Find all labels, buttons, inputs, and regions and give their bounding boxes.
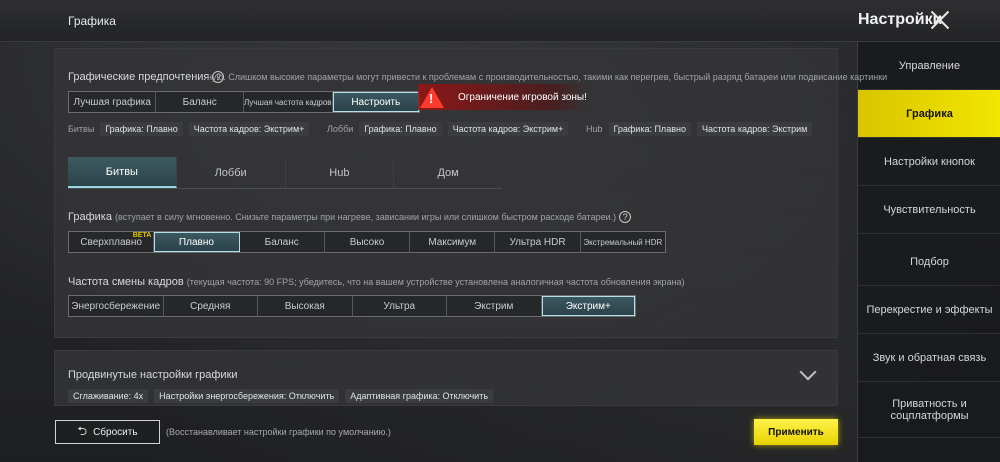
preferences-label: Графические предпочтения ? [68, 71, 225, 84]
top-bar: Графика Настройки [0, 0, 1000, 42]
sidebar-item-privacy[interactable]: Приватность и соцплатформы [858, 382, 1000, 438]
fps-extreme-plus[interactable]: Экстрим+ [541, 296, 635, 316]
sidebar-item-sensitivity[interactable]: Чувствительность [858, 186, 1000, 234]
reset-hint: (Восстанавливает настройки графики по ум… [166, 427, 391, 437]
graphics-label: Графика (вступает в силу мгновенно. Снизь… [68, 211, 632, 224]
quality-balance[interactable]: Баланс [239, 232, 325, 252]
sidebar-item-matchmaking[interactable]: Подбор [858, 238, 1000, 286]
undo-icon: ⮌ [77, 423, 88, 438]
tab-hub[interactable]: Hub [286, 157, 395, 188]
apply-button[interactable]: Применить [754, 419, 838, 445]
mode-info-hub: Hub Графика: Плавно Частота кадров: Экст… [586, 122, 813, 136]
fps-ultra[interactable]: Ультра [352, 296, 447, 316]
preferences-selector: Лучшая графика Баланс Лучшая частота кад… [68, 91, 420, 113]
fps-power-saving[interactable]: Энергосбережение [69, 296, 164, 316]
chip-adaptive-graphics: Адаптивная графика: Отключить [345, 389, 494, 403]
pref-best-fps[interactable]: Лучшая частота кадров [243, 92, 333, 112]
quality-extreme-hdr[interactable]: Экстремальный HDR [580, 232, 665, 252]
pref-best-graphics[interactable]: Лучшая графика [69, 92, 157, 112]
chip-antialiasing: Сглаживание: 4x [68, 389, 149, 403]
beta-badge: BETA [132, 232, 152, 239]
tab-lobby[interactable]: Лобби [177, 157, 286, 188]
mode-tabs: Битвы Лобби Hub Дом [68, 157, 502, 189]
sidebar: Управление Графика Настройки кнопок Чувс… [857, 42, 1000, 462]
warning-icon: ! [420, 86, 444, 108]
fps-high[interactable]: Высокая [258, 296, 353, 316]
section-title: Графика [68, 14, 116, 28]
mode-info-battles: Битвы Графика: Плавно Частота кадров: Эк… [68, 122, 310, 136]
zone-warning: ! Ограничение игровой зоны! [418, 84, 588, 110]
graphics-quality-selector: Сверхплавно BETA Плавно Баланс Высоко Ма… [68, 231, 666, 253]
fps-extreme[interactable]: Экстрим [447, 296, 542, 316]
advanced-title: Продвинутые настройки графики [68, 369, 238, 381]
sidebar-item-controls[interactable]: Управление [858, 42, 1000, 90]
quality-ultra-hdr[interactable]: Ультра HDR [495, 232, 581, 252]
fps-medium[interactable]: Средняя [163, 296, 258, 316]
close-icon[interactable] [928, 8, 952, 32]
reset-button[interactable]: ⮌ Сбросить [55, 420, 160, 444]
pref-custom[interactable]: Настроить [332, 92, 419, 112]
mode-info-lobby: Лобби Графика: Плавно Частота кадров: Эк… [327, 122, 569, 136]
quality-high[interactable]: Высоко [324, 232, 411, 252]
tab-home[interactable]: Дом [394, 157, 502, 188]
quality-max[interactable]: Максимум [410, 232, 496, 252]
sidebar-item-graphics[interactable]: Графика [858, 90, 1000, 138]
help-icon[interactable]: ? [619, 211, 632, 224]
framerate-label: Частота смены кадров (текущая частота: 90… [68, 276, 685, 288]
sidebar-item-crosshair[interactable]: Перекрестие и эффекты [858, 286, 1000, 334]
advanced-chips: Сглаживание: 4x Настройки энергосбережен… [68, 389, 494, 403]
tab-battles[interactable]: Битвы [68, 157, 177, 188]
quality-smooth[interactable]: Плавно [154, 232, 240, 252]
warning-text: Ограничение игровой зоны! [458, 91, 587, 103]
preferences-hint: ную. Слишком высокие параметры могут при… [207, 72, 888, 82]
pref-balance[interactable]: Баланс [156, 92, 244, 112]
framerate-selector: Энергосбережение Средняя Высокая Ультра … [68, 295, 636, 317]
sidebar-item-button-settings[interactable]: Настройки кнопок [858, 138, 1000, 186]
quality-ultra-smooth[interactable]: Сверхплавно BETA [69, 232, 155, 252]
sidebar-item-sound[interactable]: Звук и обратная связь [858, 334, 1000, 382]
chip-power-saving: Настройки энергосбережения: Отключить [154, 389, 340, 403]
